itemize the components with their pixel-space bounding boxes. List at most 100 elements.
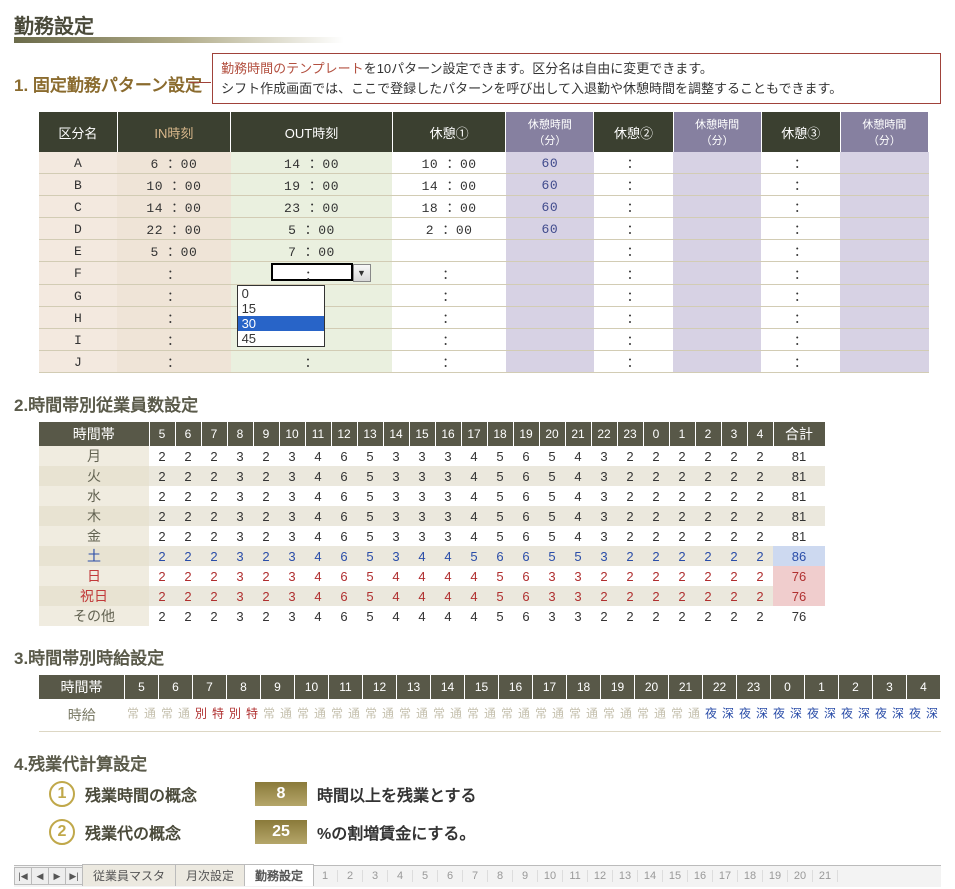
staff-cell[interactable]: 2: [617, 466, 643, 486]
pattern-cell[interactable]: ：: [594, 262, 673, 285]
staff-cell[interactable]: 2: [253, 546, 279, 566]
staff-cell[interactable]: 3: [435, 446, 461, 466]
staff-cell[interactable]: 4: [461, 566, 487, 586]
staff-cell[interactable]: 2: [643, 546, 669, 566]
staff-cell[interactable]: 4: [305, 566, 331, 586]
pattern-cell[interactable]: 5 ：00: [117, 240, 230, 262]
pattern-cell[interactable]: [506, 351, 594, 373]
staff-cell[interactable]: 3: [279, 446, 305, 466]
staff-cell[interactable]: 3: [279, 466, 305, 486]
staff-cell[interactable]: 2: [721, 486, 747, 506]
staff-cell[interactable]: 5: [487, 446, 513, 466]
pattern-cell[interactable]: 23 ：00: [231, 196, 393, 218]
staff-cell[interactable]: 3: [383, 546, 409, 566]
staff-cell[interactable]: 3: [591, 466, 617, 486]
rate-cell[interactable]: 深夜: [737, 699, 771, 731]
tab-sheet-3[interactable]: 3: [363, 870, 388, 882]
staff-cell[interactable]: 6: [331, 506, 357, 526]
pattern-cell[interactable]: 2 ：00: [392, 218, 505, 240]
pattern-cell[interactable]: ：: [117, 329, 230, 351]
staff-cell[interactable]: 3: [591, 526, 617, 546]
staff-cell[interactable]: 2: [747, 546, 773, 566]
staff-cell[interactable]: 6: [513, 486, 539, 506]
staff-cell[interactable]: 2: [617, 446, 643, 466]
dropdown-option[interactable]: 0: [238, 286, 324, 301]
staff-cell[interactable]: 2: [721, 506, 747, 526]
pattern-cell[interactable]: [840, 285, 928, 307]
staff-cell[interactable]: 4: [409, 546, 435, 566]
staff-cell[interactable]: 2: [201, 446, 227, 466]
staff-cell[interactable]: 5: [487, 606, 513, 626]
staff-cell[interactable]: 5: [357, 526, 383, 546]
staff-cell[interactable]: 6: [513, 546, 539, 566]
pattern-cell[interactable]: [673, 152, 761, 174]
staff-cell[interactable]: 6: [513, 466, 539, 486]
pattern-cell[interactable]: ：: [761, 196, 840, 218]
pattern-cell[interactable]: [673, 240, 761, 262]
staff-cell[interactable]: 2: [149, 486, 175, 506]
staff-cell[interactable]: 2: [669, 486, 695, 506]
staff-cell[interactable]: 3: [227, 546, 253, 566]
pattern-cell[interactable]: 19 ：00: [231, 174, 393, 196]
pattern-cell[interactable]: 60: [506, 218, 594, 240]
staff-cell[interactable]: 3: [591, 546, 617, 566]
pattern-cell[interactable]: ：: [594, 152, 673, 174]
rate-cell[interactable]: 通常: [601, 699, 635, 731]
tab-sheet-5[interactable]: 5: [413, 870, 438, 882]
staff-cell[interactable]: 4: [305, 486, 331, 506]
last-icon[interactable]: ▶|: [65, 867, 83, 885]
staff-cell[interactable]: 2: [253, 586, 279, 606]
pattern-cell[interactable]: 10 ：00: [392, 152, 505, 174]
pattern-cell[interactable]: ：: [594, 218, 673, 240]
staff-cell[interactable]: 2: [175, 566, 201, 586]
prev-icon[interactable]: ◀: [31, 867, 49, 885]
staff-cell[interactable]: 4: [305, 606, 331, 626]
rate-cell[interactable]: 通常: [431, 699, 465, 731]
staff-cell[interactable]: 5: [539, 486, 565, 506]
staff-cell[interactable]: 2: [721, 606, 747, 626]
staff-cell[interactable]: 3: [409, 466, 435, 486]
rate-cell[interactable]: 深夜: [839, 699, 873, 731]
pattern-cell[interactable]: ：: [761, 262, 840, 285]
staff-cell[interactable]: 5: [357, 546, 383, 566]
pattern-cell[interactable]: [840, 262, 928, 285]
staff-cell[interactable]: 4: [305, 466, 331, 486]
staff-cell[interactable]: 5: [539, 546, 565, 566]
staff-cell[interactable]: 4: [305, 546, 331, 566]
staff-cell[interactable]: 5: [357, 606, 383, 626]
pattern-cell[interactable]: ：: [392, 351, 505, 373]
staff-cell[interactable]: 2: [253, 446, 279, 466]
pattern-cell[interactable]: ：: [761, 351, 840, 373]
staff-cell[interactable]: 2: [149, 466, 175, 486]
staff-cell[interactable]: 2: [201, 506, 227, 526]
rate-cell[interactable]: 深夜: [873, 699, 907, 731]
staff-cell[interactable]: 2: [695, 546, 721, 566]
staff-cell[interactable]: 6: [331, 546, 357, 566]
staff-cell[interactable]: 2: [149, 606, 175, 626]
staff-cell[interactable]: 2: [201, 546, 227, 566]
tab-sheet-14[interactable]: 14: [638, 870, 663, 882]
staff-cell[interactable]: 2: [643, 506, 669, 526]
tab-sheet-12[interactable]: 12: [588, 870, 613, 882]
tab-sheet-1[interactable]: 1: [313, 870, 338, 882]
staff-cell[interactable]: 6: [487, 546, 513, 566]
staff-cell[interactable]: 2: [747, 566, 773, 586]
rate-cell[interactable]: 通常: [159, 699, 193, 731]
tab-numbers[interactable]: 123456789101112131415161718192021: [313, 870, 838, 882]
pattern-cell[interactable]: 14 ：00: [117, 196, 230, 218]
pattern-cell[interactable]: D: [39, 218, 117, 240]
pattern-cell[interactable]: [506, 329, 594, 351]
tab-sheet-8[interactable]: 8: [488, 870, 513, 882]
pattern-cell[interactable]: H: [39, 307, 117, 329]
staff-cell[interactable]: 4: [565, 486, 591, 506]
out-minute-cell[interactable]: ：▼: [271, 263, 353, 281]
tab-sheet-4[interactable]: 4: [388, 870, 413, 882]
staff-cell[interactable]: 2: [617, 586, 643, 606]
staff-cell[interactable]: 3: [279, 506, 305, 526]
tab-sheet-17[interactable]: 17: [713, 870, 738, 882]
tab-employee-master[interactable]: 従業員マスタ: [82, 864, 176, 886]
staff-cell[interactable]: 2: [201, 586, 227, 606]
staff-cell[interactable]: 2: [747, 606, 773, 626]
staff-cell[interactable]: 2: [721, 546, 747, 566]
pattern-cell[interactable]: ：: [392, 307, 505, 329]
